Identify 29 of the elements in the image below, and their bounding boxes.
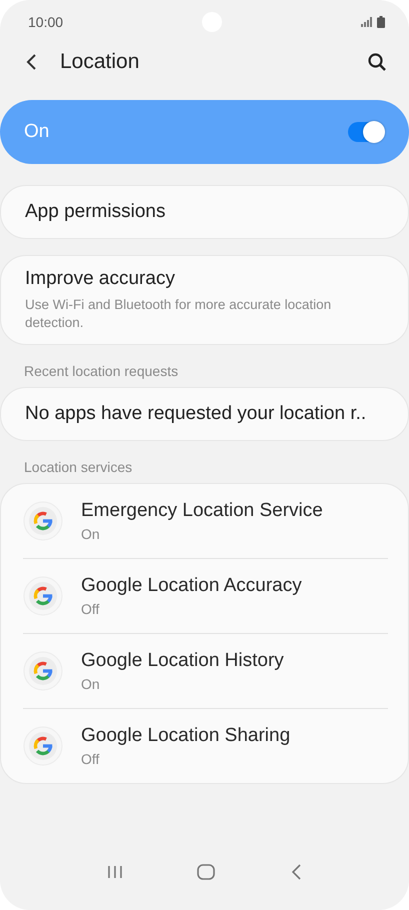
improve-accuracy-card[interactable]: Improve accuracy Use Wi-Fi and Bluetooth for more accurate location detection.: [0, 255, 409, 345]
section-heading: Recent location requests: [24, 363, 180, 379]
google-app-icon: [23, 726, 63, 766]
page-title: Location: [60, 50, 140, 74]
service-title[interactable]: Google Location History: [81, 650, 284, 672]
signal-icon: [360, 17, 373, 27]
no-requests-message: No apps have requested your location r..: [0, 387, 409, 441]
service-status: Off: [81, 601, 100, 617]
service-title[interactable]: Google Location Accuracy: [81, 575, 302, 597]
service-title[interactable]: Google Location Sharing: [81, 725, 290, 747]
recent-apps-icon[interactable]: [107, 865, 124, 879]
google-app-icon: [23, 576, 63, 616]
switch-label: On: [24, 121, 50, 143]
setting-description: Use Wi-Fi and Bluetooth for more accurate location detection.: [25, 296, 332, 332]
service-status: On: [81, 526, 101, 542]
setting-title: Improve accuracy: [25, 268, 176, 290]
home-icon[interactable]: [197, 864, 216, 880]
google-app-icon: [23, 651, 63, 691]
service-title[interactable]: Emergency Location Service: [81, 500, 323, 522]
service-status: On: [81, 676, 101, 692]
google-app-icon: [23, 501, 63, 541]
search-button[interactable]: [367, 52, 387, 72]
status-time: 10:00: [28, 14, 64, 30]
back-icon[interactable]: [290, 864, 302, 880]
app-permissions-item[interactable]: App permissions: [0, 185, 409, 239]
service-status: Off: [81, 751, 100, 767]
battery-icon: [376, 16, 385, 28]
toggle-switch[interactable]: [348, 122, 384, 142]
section-heading: Location services: [24, 459, 134, 475]
